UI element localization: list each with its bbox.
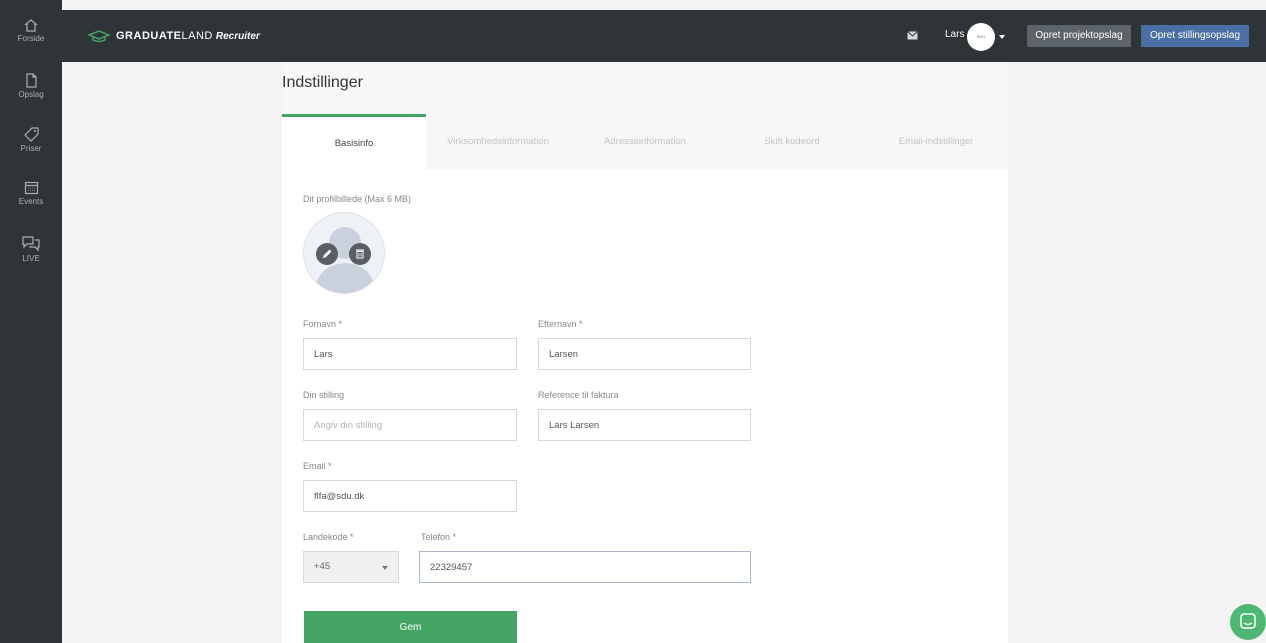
create-job-button[interactable]: Opret stillingsopslag [1141, 25, 1249, 47]
graduation-cap-icon [88, 30, 110, 42]
logo-text: GRADUATELAND [116, 30, 213, 42]
mail-icon[interactable] [907, 31, 918, 40]
sidebar-item-label: Events [18, 197, 44, 206]
tag-icon [23, 127, 39, 142]
delete-picture-button[interactable] [349, 243, 371, 265]
home-icon [24, 19, 38, 32]
logo-product: Recruiter [215, 30, 260, 42]
position-input[interactable] [303, 409, 517, 441]
edit-picture-button[interactable] [316, 243, 338, 265]
tab-virksomhedsinformation[interactable]: Virksomhedsinformation [426, 114, 570, 170]
support-chat-button[interactable] [1230, 604, 1266, 640]
first-name-input[interactable] [303, 338, 517, 370]
page-title: Indstillinger [282, 74, 363, 91]
invoice-reference-input[interactable] [538, 409, 751, 441]
basisinfo-panel: Dit profilbillede (Max 6 MB) Fornavn * E… [282, 170, 1008, 643]
country-code-label: Landekode * [303, 532, 354, 542]
document-icon [26, 73, 37, 88]
profile-picture-label: Dit profilbillede (Max 6 MB) [303, 194, 412, 204]
sidebar-item-events[interactable]: Events [0, 180, 62, 206]
tab-email-indstillinger[interactable]: Email-indstillinger [864, 114, 1008, 170]
sidebar-item-opslag[interactable]: Opslag [0, 73, 62, 99]
calendar-icon [24, 181, 38, 195]
create-project-button[interactable]: Opret projektopslag [1027, 25, 1131, 47]
sidebar-item-label: Priser [20, 144, 42, 153]
user-name[interactable]: Lars [945, 29, 964, 40]
phone-label: Telefon * [421, 532, 457, 542]
profile-picture [303, 212, 385, 294]
country-code-select[interactable]: +45 [303, 551, 399, 583]
last-name-label: Efternavn * [538, 319, 583, 329]
settings-tabs: Basisinfo Virksomhedsinformation Adresse… [282, 114, 1008, 170]
page-header: Indstillinger [282, 62, 1008, 114]
email-label: Email * [303, 461, 332, 471]
tab-skift-kodeord[interactable]: Skift kodeord [720, 114, 864, 170]
phone-input[interactable] [419, 551, 751, 583]
sidebar-item-label: Forside [17, 34, 45, 43]
invoice-reference-label: Reference til faktura [538, 390, 619, 400]
sidebar-item-live[interactable]: LIVE [0, 234, 62, 263]
left-sidebar: Forside Opslag Priser Events LIVE [0, 0, 62, 643]
save-button[interactable]: Gem [304, 611, 517, 643]
first-name-label: Fornavn * [303, 319, 343, 329]
country-code-value: +45 [314, 561, 331, 572]
position-label: Din stilling [303, 390, 345, 400]
sidebar-item-label: Opslag [18, 90, 44, 99]
top-bar: GRADUATELAND Recruiter Lars SDU Opret pr… [62, 10, 1266, 62]
chevron-down-icon[interactable] [999, 35, 1005, 39]
chevron-down-icon [382, 566, 388, 570]
trash-icon [356, 249, 364, 259]
chat-icon [22, 236, 40, 252]
graduateland-logo[interactable]: GRADUATELAND Recruiter [88, 29, 260, 43]
avatar[interactable]: SDU [967, 23, 995, 51]
tab-basisinfo[interactable]: Basisinfo [282, 114, 426, 170]
email-input[interactable] [303, 480, 517, 512]
sidebar-item-label: LIVE [22, 254, 40, 263]
last-name-input[interactable] [538, 338, 751, 370]
sidebar-item-priser[interactable]: Priser [0, 127, 62, 153]
sidebar-item-forside[interactable]: Forside [0, 18, 62, 43]
chat-bubble-icon [1240, 613, 1256, 629]
pencil-icon [322, 249, 331, 258]
tab-adresseinformation[interactable]: Adresseinformation [570, 114, 720, 170]
